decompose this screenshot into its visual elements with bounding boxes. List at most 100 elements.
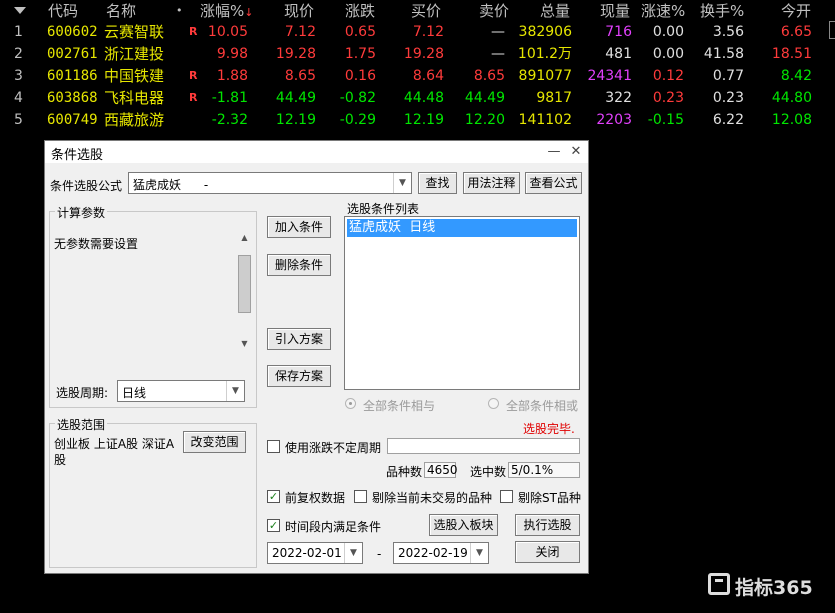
- chevron-down-icon[interactable]: ▼: [226, 381, 244, 401]
- table-row[interactable]: 5 600749 西藏旅游 -2.32 12.19 -0.29 12.19 12…: [0, 109, 835, 131]
- period-select[interactable]: 日线 ▼: [117, 380, 245, 402]
- scroll-edge-tab[interactable]: [829, 21, 835, 39]
- current-volume: 481: [605, 46, 632, 62]
- open: 18.51: [771, 46, 812, 62]
- table-row[interactable]: 3 601186 中国铁建 R 1.88 8.65 0.16 8.64 8.65…: [0, 65, 835, 87]
- view-formula-button[interactable]: 查看公式: [525, 172, 582, 194]
- stock-screener-dialog: 条件选股 — ✕ 条件选股公式 猛虎成妖 - ▼ 查找 用法注释 查看公式 计算…: [44, 140, 589, 574]
- stock-code: 603868: [47, 90, 98, 106]
- menu-dropdown-icon[interactable]: [14, 7, 26, 14]
- current-volume: 24341: [587, 68, 632, 84]
- date-to-picker[interactable]: 2022-02-19 ▼: [393, 542, 489, 564]
- pre-adjust-checkbox[interactable]: ✓: [267, 490, 280, 503]
- scroll-up-icon[interactable]: ▲: [236, 229, 253, 246]
- close-button[interactable]: 关闭: [515, 541, 580, 563]
- formula-select[interactable]: 猛虎成妖 - ▼: [128, 172, 412, 194]
- turnover: 0.23: [712, 90, 744, 106]
- remove-st-checkbox[interactable]: [500, 490, 513, 503]
- time-range-checkbox[interactable]: ✓: [267, 519, 280, 532]
- stock-name: 中国铁建: [104, 67, 165, 85]
- col-volume[interactable]: 总量: [540, 0, 570, 22]
- pct-change: 10.05: [207, 24, 248, 40]
- params-scrollbar[interactable]: ▲ ▼: [236, 229, 253, 352]
- col-price[interactable]: 现价: [284, 0, 314, 22]
- remove-untraded-checkbox[interactable]: [354, 490, 367, 503]
- selected-label: 选中数: [470, 465, 507, 479]
- col-dot: •: [176, 4, 183, 17]
- price: 19.28: [275, 46, 316, 62]
- find-button[interactable]: 查找: [418, 172, 457, 194]
- change: -0.29: [339, 112, 376, 128]
- params-text: 无参数需要设置: [54, 237, 139, 251]
- turnover: 41.58: [703, 46, 744, 62]
- condition-list-label: 选股条件列表: [347, 202, 420, 216]
- open: 6.65: [780, 24, 812, 40]
- col-change[interactable]: 涨跌: [345, 0, 375, 22]
- formula-label: 条件选股公式: [50, 179, 123, 193]
- pct-change: -2.32: [211, 112, 248, 128]
- brand-logo-icon: [708, 573, 730, 595]
- stock-code: 600602: [47, 24, 98, 40]
- turnover: 6.22: [712, 112, 744, 128]
- current-volume: 716: [605, 24, 632, 40]
- var-period-input[interactable]: [387, 438, 580, 454]
- turnover: 0.77: [712, 68, 744, 84]
- time-range-label: 时间段内满足条件: [285, 520, 382, 534]
- price: 44.49: [275, 90, 316, 106]
- var-period-checkbox[interactable]: [267, 440, 280, 453]
- radio-and[interactable]: [345, 398, 356, 409]
- current-volume: 322: [605, 90, 632, 106]
- ask: 8.65: [473, 68, 505, 84]
- add-to-block-button[interactable]: 选股入板块: [429, 514, 498, 536]
- col-cur-vol[interactable]: 现量: [600, 0, 630, 22]
- execute-button[interactable]: 执行选股: [515, 514, 580, 536]
- col-turnover[interactable]: 换手%: [700, 0, 744, 22]
- table-row[interactable]: 1 600602 云赛智联 R 10.05 7.12 0.65 7.12 — 3…: [0, 21, 835, 43]
- pct-change: 9.98: [216, 46, 248, 62]
- date-separator: -: [377, 547, 382, 561]
- chevron-down-icon[interactable]: ▼: [344, 543, 362, 563]
- period-value: 日线: [122, 386, 147, 400]
- bid: 44.48: [403, 90, 444, 106]
- var-period-label: 使用涨跌不定周期: [285, 441, 382, 455]
- row-index: 2: [14, 46, 23, 62]
- condition-item[interactable]: 猛虎成妖 日线: [347, 219, 577, 237]
- dialog-titlebar[interactable]: 条件选股 — ✕: [45, 141, 588, 163]
- scroll-down-icon[interactable]: ▼: [236, 335, 253, 352]
- delete-condition-button[interactable]: 删除条件: [267, 254, 331, 276]
- table-row[interactable]: 2 002761 浙江建投 9.98 19.28 1.75 19.28 — 10…: [0, 43, 835, 65]
- condition-list[interactable]: 猛虎成妖 日线: [344, 216, 580, 390]
- table-row[interactable]: 4 603868 飞科电器 R -1.81 44.49 -0.82 44.48 …: [0, 87, 835, 109]
- col-name[interactable]: 名称: [106, 0, 136, 22]
- col-open[interactable]: 今开: [781, 0, 811, 22]
- date-from-picker[interactable]: 2022-02-01 ▼: [267, 542, 363, 564]
- radio-or[interactable]: [488, 398, 499, 409]
- import-plan-button[interactable]: 引入方案: [267, 328, 331, 350]
- price: 8.65: [284, 68, 316, 84]
- price: 7.12: [284, 24, 316, 40]
- range-text: 创业板 上证A股 深证A股: [54, 437, 175, 467]
- col-ask[interactable]: 卖价: [479, 0, 509, 22]
- minimize-icon[interactable]: —: [544, 141, 564, 163]
- sort-down-icon: ↓: [244, 6, 254, 19]
- scroll-thumb[interactable]: [238, 255, 251, 313]
- col-code[interactable]: 代码: [48, 0, 78, 22]
- close-icon[interactable]: ✕: [566, 141, 586, 163]
- speed: -0.15: [647, 112, 684, 128]
- chevron-down-icon[interactable]: ▼: [393, 173, 411, 193]
- change: 0.65: [344, 24, 376, 40]
- col-speed[interactable]: 涨速%: [641, 0, 685, 22]
- stock-name: 飞科电器: [104, 89, 165, 107]
- add-condition-button[interactable]: 加入条件: [267, 216, 331, 238]
- col-pct[interactable]: 涨幅%↓: [200, 0, 253, 22]
- col-bid[interactable]: 买价: [411, 0, 441, 22]
- speed: 0.00: [652, 24, 684, 40]
- status-text: 选股完毕.: [523, 422, 575, 436]
- speed: 0.12: [652, 68, 684, 84]
- ask: —: [491, 46, 505, 62]
- change-range-button[interactable]: 改变范围: [183, 431, 246, 453]
- save-plan-button[interactable]: 保存方案: [267, 365, 331, 387]
- usage-notes-button[interactable]: 用法注释: [463, 172, 520, 194]
- open: 12.08: [771, 112, 812, 128]
- chevron-down-icon[interactable]: ▼: [470, 543, 488, 563]
